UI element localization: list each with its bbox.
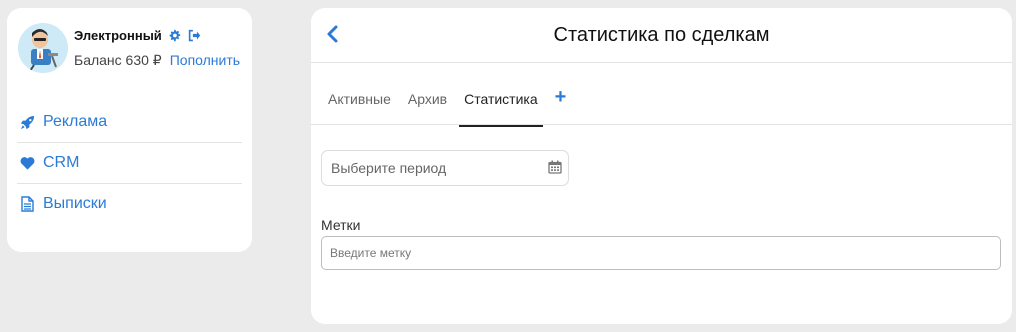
sidebar-item-label: Выписки [43,195,107,212]
calendar-icon [548,160,562,177]
sidebar-item-crm[interactable]: CRM [17,143,242,184]
user-name: Электронный [74,28,162,43]
sidebar-item-ads[interactable]: Реклама [17,102,242,143]
tab-bar: Активные Архив Статистика + [328,87,567,127]
tab-statistics[interactable]: Статистика [459,88,543,127]
topup-link[interactable]: Пополнить [170,52,240,69]
rocket-icon [19,114,35,130]
period-placeholder: Выберите период [331,160,447,176]
page-title: Статистика по сделкам [553,24,770,46]
user-card: Электронный Баланс 630 ₽ Пополнить Рекла… [7,8,252,252]
sidebar-item-label: CRM [43,154,80,171]
avatar[interactable] [18,23,68,73]
add-tab-button[interactable]: + [555,87,567,107]
balance-row: Баланс 630 ₽ Пополнить [74,52,240,69]
header-divider [311,62,1012,63]
document-icon [19,196,35,212]
logout-icon[interactable] [188,29,202,43]
sidebar-menu: Реклама CRM Выписки [17,102,242,224]
sidebar-item-label: Реклама [43,113,108,130]
user-name-row: Электронный [74,28,202,43]
period-picker[interactable]: Выберите период [321,150,569,186]
balance-text: Баланс 630 ₽ [74,52,162,68]
tab-active[interactable]: Активные [328,88,391,125]
heart-icon [19,155,35,171]
tabs-divider [311,124,1012,125]
tags-label: Метки [321,217,361,233]
sidebar-item-statements[interactable]: Выписки [17,184,242,224]
gear-icon[interactable] [168,29,182,43]
main-panel: Статистика по сделкам Активные Архив Ста… [311,8,1012,324]
tags-input[interactable] [321,236,1001,270]
tab-archive[interactable]: Архив [408,88,447,125]
